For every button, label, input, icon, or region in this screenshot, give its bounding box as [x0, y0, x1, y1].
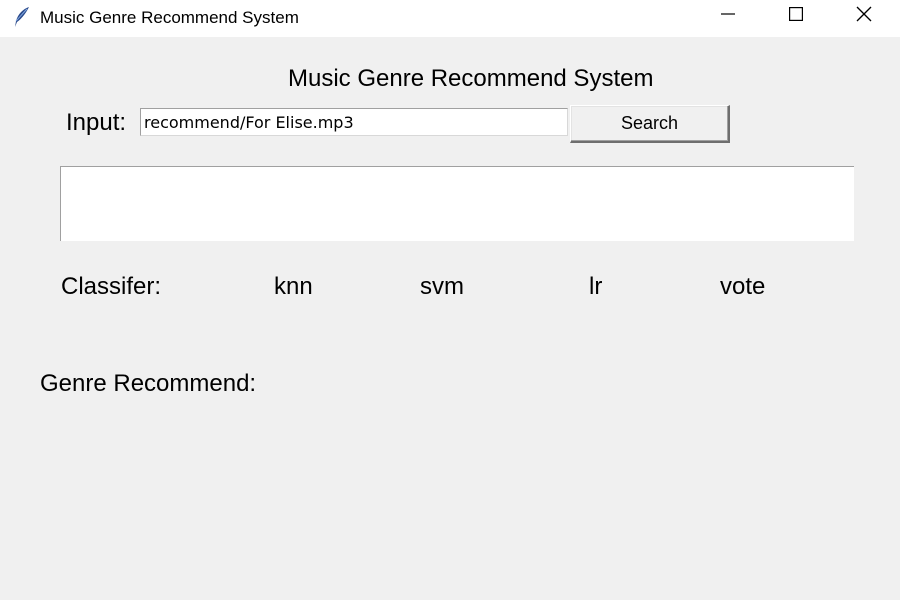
classifier-option-knn[interactable]: knn	[274, 272, 313, 302]
maximize-icon	[789, 7, 804, 26]
maximize-button[interactable]	[762, 0, 830, 33]
classifier-option-lr[interactable]: lr	[589, 272, 602, 302]
minimize-button[interactable]	[694, 0, 762, 33]
result-display	[60, 166, 854, 241]
close-button[interactable]	[830, 0, 898, 33]
file-path-input[interactable]	[140, 108, 568, 136]
classifier-option-svm[interactable]: svm	[420, 272, 464, 302]
classifier-label: Classifer:	[61, 273, 162, 300]
input-label: Input:	[66, 109, 127, 136]
window-title: Music Genre Recommend System	[40, 8, 299, 27]
feather-icon	[13, 6, 31, 28]
classifier-option-vote[interactable]: vote	[720, 272, 765, 302]
close-icon	[856, 6, 872, 27]
search-button[interactable]: Search	[570, 105, 730, 143]
title-bar: Music Genre Recommend System	[0, 0, 900, 37]
genre-recommend-label: Genre Recommend:	[40, 370, 257, 397]
page-title: Music Genre Recommend System	[288, 65, 654, 92]
minimize-icon	[721, 7, 735, 26]
app-window: Music Genre Recommend System Music Genre…	[0, 0, 900, 600]
